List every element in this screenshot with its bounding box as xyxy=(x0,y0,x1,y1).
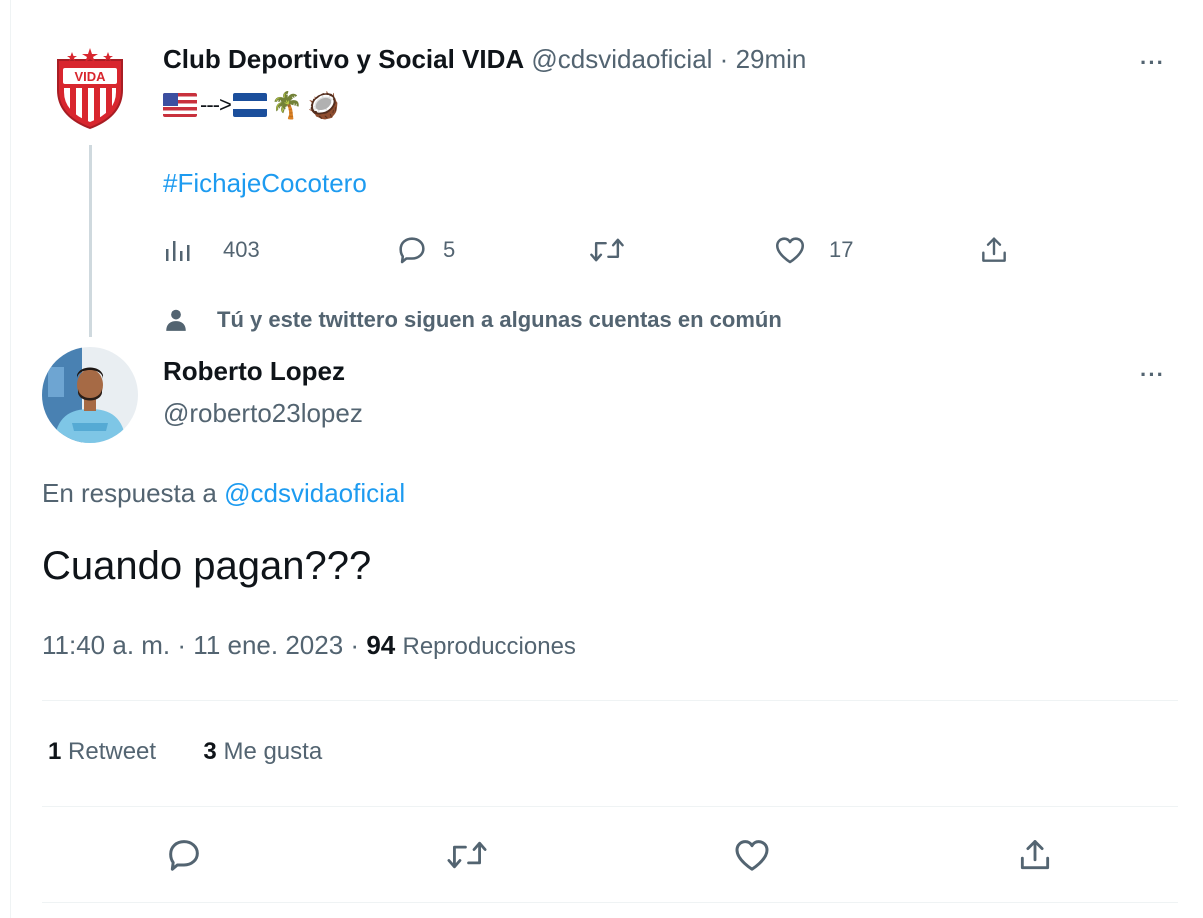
divider xyxy=(42,902,1178,903)
reply-to-mention-link[interactable]: @cdsvidaoficial xyxy=(224,478,405,508)
views-count: 403 xyxy=(223,237,260,262)
club-avatar[interactable]: VIDA xyxy=(50,46,130,130)
more-options-icon[interactable]: ··· xyxy=(1140,50,1165,76)
coconut-icon: 🥥 xyxy=(307,89,340,120)
user-photo xyxy=(42,347,138,443)
retweets-total: 1 xyxy=(48,738,62,765)
person-icon xyxy=(166,309,186,331)
reply-icon xyxy=(399,237,425,264)
views-total: 94 xyxy=(366,630,396,660)
reply-tweet-reply-button[interactable] xyxy=(159,830,209,880)
tweet-meta: 11:40 a. m. · 11 ene. 2023 · 94 Reproduc… xyxy=(42,630,576,661)
share-icon xyxy=(1020,840,1050,870)
reply-tweet-actions xyxy=(42,830,1178,880)
arrow-text: ---> xyxy=(200,92,232,117)
social-context-text: Tú y este twittero siguen a algunas cuen… xyxy=(217,307,782,332)
tweet-time[interactable]: 11:40 a. m. xyxy=(42,630,170,660)
like-count: 17 xyxy=(829,237,854,262)
honduras-flag-icon xyxy=(232,93,267,117)
reply-context: En respuesta a @cdsvidaoficial xyxy=(42,478,405,509)
retweets-label: Retweet xyxy=(68,738,157,765)
parent-author-handle[interactable]: @cdsvidaoficial xyxy=(531,44,712,74)
reply-tweet-share-button[interactable] xyxy=(1010,830,1060,880)
user-avatar[interactable] xyxy=(42,347,138,443)
engagement-stats: 1 Retweet 3 Me gusta xyxy=(48,738,322,766)
reply-to-prefix: En respuesta a xyxy=(42,478,217,508)
views-label: Reproducciones xyxy=(402,633,576,660)
hashtag-link[interactable]: #FichajeCocotero xyxy=(163,168,367,199)
parent-tweet-actions: 403 5 17 xyxy=(163,228,1023,272)
parent-author-name[interactable]: Club Deportivo y Social VIDA xyxy=(163,44,524,74)
heart-icon xyxy=(735,840,769,871)
reply-count: 5 xyxy=(443,237,456,262)
us-flag-icon xyxy=(163,93,197,117)
reply-more-options-icon[interactable]: ··· xyxy=(1140,362,1165,388)
likes-label: Me gusta xyxy=(223,738,323,765)
divider xyxy=(42,806,1178,807)
svg-text:VIDA: VIDA xyxy=(74,69,106,84)
meta-separator: · xyxy=(177,630,187,660)
thread-connector-line xyxy=(89,145,92,337)
reply-button[interactable]: 5 xyxy=(395,228,455,272)
divider xyxy=(42,700,1178,701)
retweet-button[interactable] xyxy=(588,228,640,272)
share-icon xyxy=(982,237,1006,262)
reply-tweet-text: Cuando pagan??? xyxy=(42,544,372,588)
likes-total: 3 xyxy=(203,738,217,765)
parent-tweet-emoji-line: ---> 🌴 🥥 xyxy=(163,88,340,122)
reply-icon xyxy=(169,840,199,871)
tweet-date[interactable]: 11 ene. 2023 xyxy=(193,630,343,660)
reply-author-handle[interactable]: @roberto23lopez xyxy=(163,398,363,429)
parent-tweet-time[interactable]: 29min xyxy=(736,44,807,74)
views-button[interactable]: 403 xyxy=(163,228,260,272)
like-button[interactable]: 17 xyxy=(773,228,853,272)
analytics-icon xyxy=(166,241,190,261)
parent-tweet-header: Club Deportivo y Social VIDA @cdsvidaofi… xyxy=(163,44,806,75)
reply-tweet-retweet-button[interactable] xyxy=(442,830,492,880)
header-separator: · xyxy=(719,44,729,74)
left-border xyxy=(10,0,11,918)
meta-separator: · xyxy=(350,630,360,660)
share-button[interactable] xyxy=(978,228,1010,272)
reply-author-name[interactable]: Roberto Lopez xyxy=(163,356,345,387)
club-crest-icon: VIDA xyxy=(57,48,123,130)
reply-tweet-like-button[interactable] xyxy=(727,830,777,880)
heart-icon xyxy=(775,237,805,264)
social-context: Tú y este twittero siguen a algunas cuen… xyxy=(163,307,782,333)
retweet-icon xyxy=(590,238,624,262)
palm-tree-icon: 🌴 xyxy=(270,89,304,120)
retweet-icon xyxy=(447,841,487,869)
retweets-stat[interactable]: 1 Retweet xyxy=(48,738,163,765)
likes-stat[interactable]: 3 Me gusta xyxy=(203,738,322,765)
